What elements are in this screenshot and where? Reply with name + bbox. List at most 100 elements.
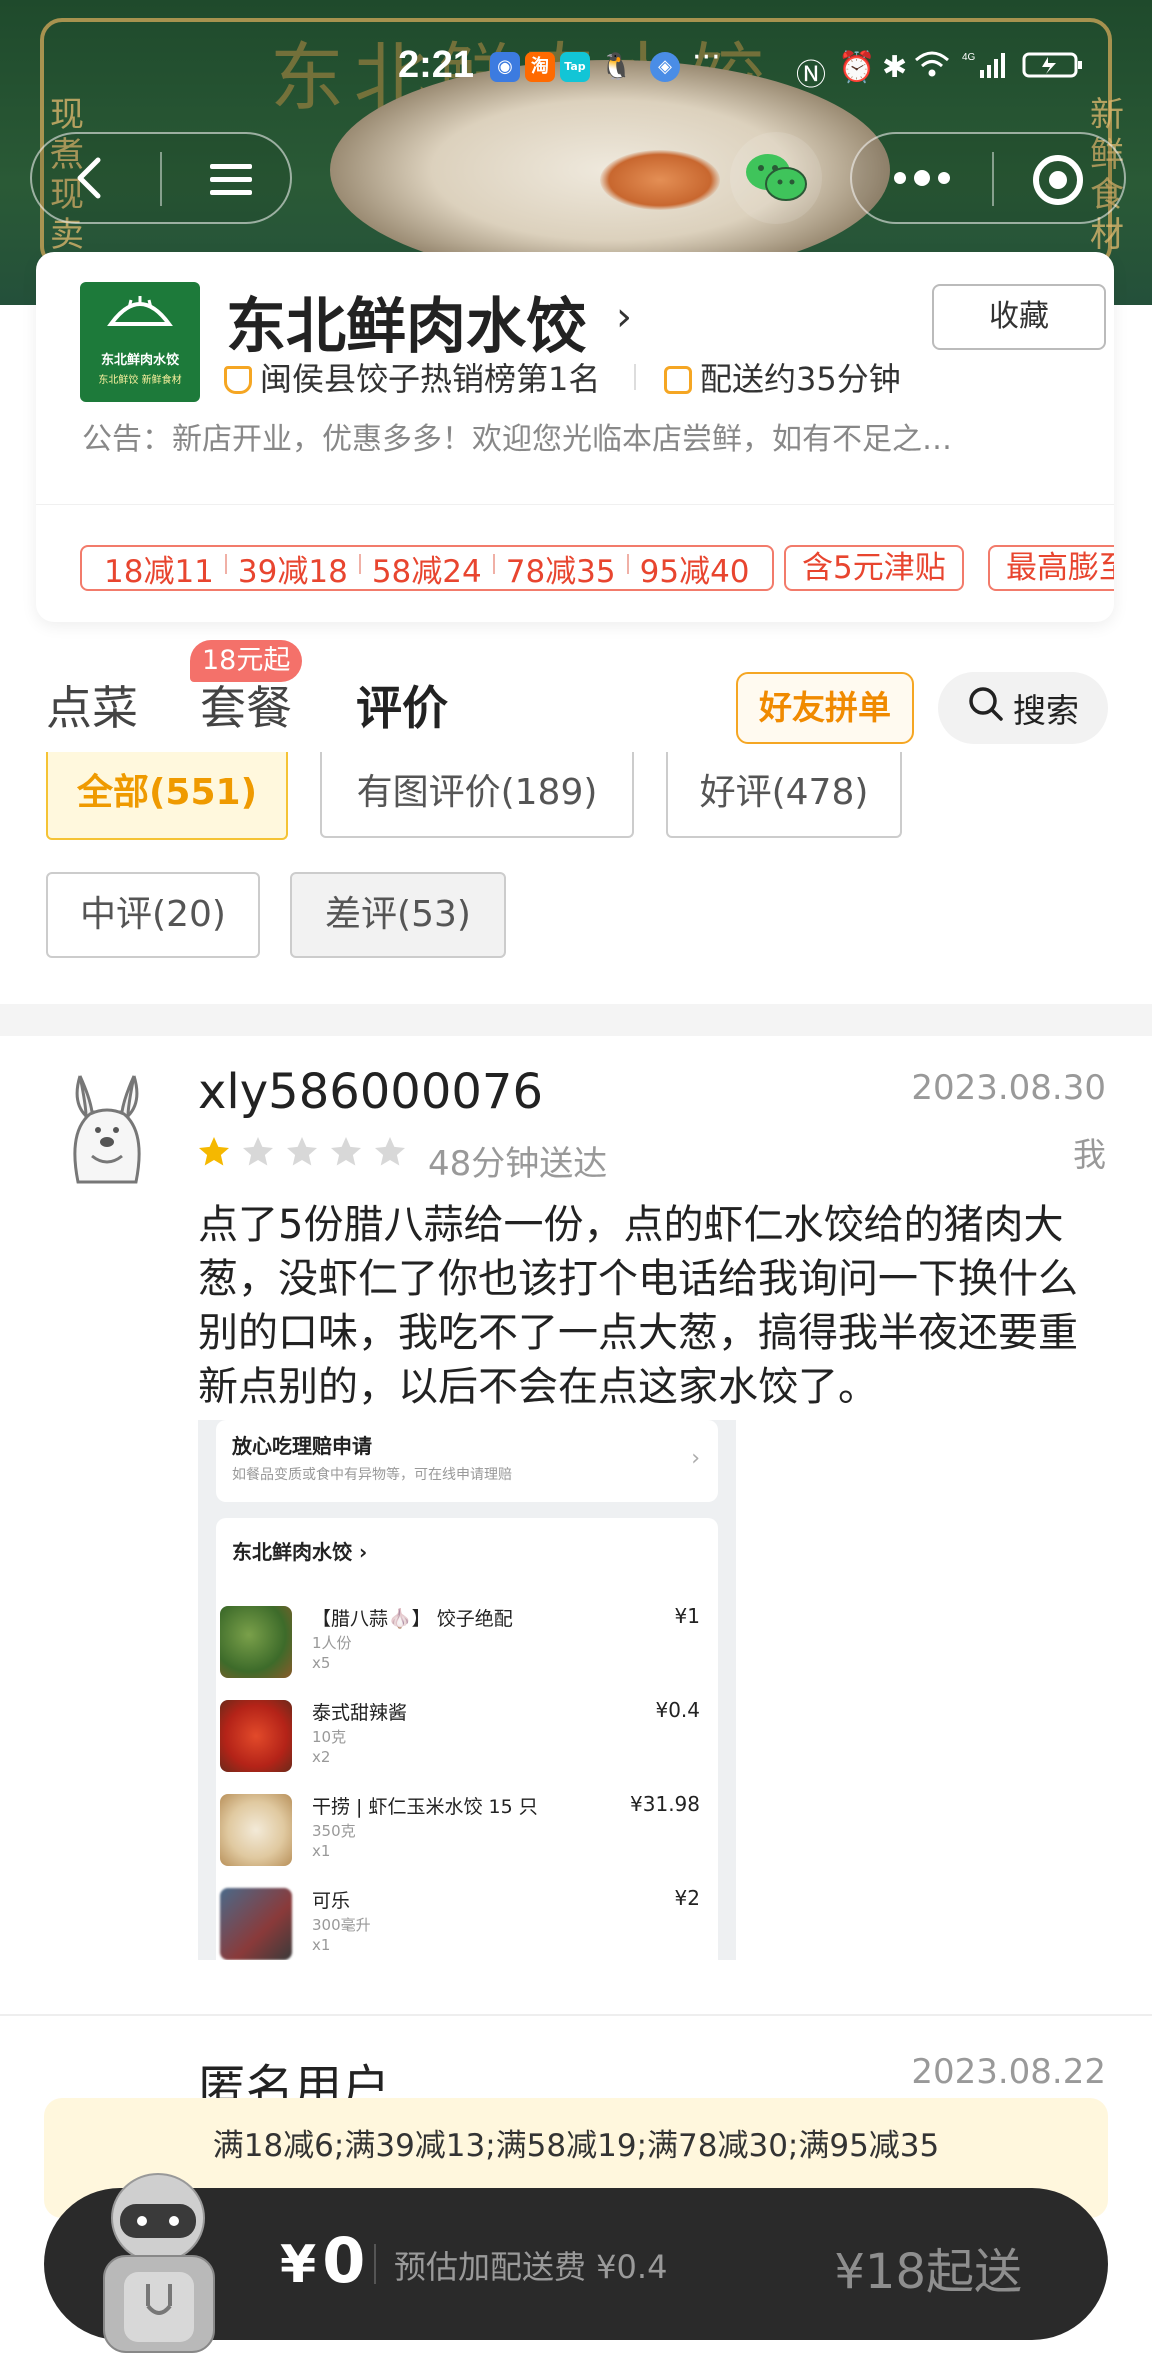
claim-title: 放心吃理赔申请 bbox=[232, 1434, 372, 1458]
tab-reviews[interactable]: 评价 bbox=[356, 672, 448, 738]
target-icon[interactable] bbox=[1032, 154, 1084, 206]
item-qty: x2 bbox=[312, 1748, 331, 1766]
store-name[interactable]: 东北鲜肉水饺 bbox=[226, 278, 586, 365]
nfc-icon: Ⓝ bbox=[796, 58, 826, 93]
order-item: 干捞 | 虾仁玉米水饺 15 只 350克 x1 ¥31.98 bbox=[216, 1786, 718, 1876]
subsidy-tag[interactable]: 含5元津贴 bbox=[784, 545, 964, 591]
alarm-icon: ⏰ bbox=[838, 50, 876, 85]
clock-icon bbox=[664, 366, 692, 394]
review-date: 2023.08.30 bbox=[911, 1068, 1106, 1108]
more-menu-capsule[interactable] bbox=[850, 132, 1126, 224]
item-name: 泰式甜辣酱 bbox=[312, 1702, 408, 1724]
item-photo bbox=[220, 1794, 292, 1866]
order-item: 【腊八蒜🧄】 饺子绝配 1人份 x5 ¥1 bbox=[216, 1598, 718, 1688]
delivery-duration: 48分钟送达 bbox=[428, 1144, 608, 1184]
item-photo bbox=[220, 1606, 292, 1678]
coupon-row[interactable]: 18减11 39减18 58减24 78减35 95减40 含5元津贴 最高膨至 bbox=[36, 504, 1114, 622]
user-avatar[interactable] bbox=[62, 1072, 152, 1184]
meta-divider bbox=[634, 364, 636, 390]
cart-total-value: 0 bbox=[322, 2224, 366, 2297]
item-spec: 10克 bbox=[312, 1728, 347, 1746]
store-info-card: 东北鲜肉水饺 东北鲜饺 新鲜食材 东北鲜肉水饺 › 收藏 闽侯县饺子热销榜第1名… bbox=[36, 252, 1114, 622]
filter-all[interactable]: 全部(551) bbox=[46, 752, 288, 840]
order-item: 可乐 300毫升 x1 ¥2 bbox=[216, 1880, 718, 1960]
qq-icon: 🐧 bbox=[600, 52, 633, 82]
order-store-name: 东北鲜肉水饺 › bbox=[232, 1540, 368, 1564]
star-icon bbox=[243, 1137, 273, 1166]
ranking-text: 闽侯县饺子热销榜第1名 bbox=[260, 360, 601, 398]
delivery-info: 配送约35分钟 bbox=[664, 354, 901, 400]
cart-total: ¥0 bbox=[280, 2224, 365, 2297]
currency-symbol: ¥ bbox=[280, 2235, 317, 2295]
claim-subtitle: 如餐品变质或食中有异物等，可在线申请理赔 bbox=[232, 1467, 512, 1483]
taobao-icon: 淘 bbox=[525, 52, 555, 82]
dumpling-logo-icon bbox=[80, 290, 200, 345]
discount-tier: 58减24 bbox=[358, 546, 494, 591]
item-price: ¥2 bbox=[674, 1886, 700, 1910]
favorite-button[interactable]: 收藏 bbox=[932, 284, 1106, 350]
search-button[interactable]: 搜索 bbox=[938, 672, 1108, 744]
cart-separator bbox=[374, 2244, 376, 2284]
discount-tier: 95减40 bbox=[626, 546, 762, 591]
item-spec: 1人份 bbox=[312, 1634, 352, 1652]
tab-combo[interactable]: 套餐 bbox=[200, 672, 292, 738]
more-notifications: ··· bbox=[692, 40, 721, 75]
battery-icon bbox=[1022, 50, 1084, 88]
section-divider bbox=[0, 1004, 1152, 1036]
ranking-info[interactable]: 闽侯县饺子热销榜第1名 bbox=[224, 354, 600, 400]
tab-order[interactable]: 点菜 bbox=[46, 672, 138, 738]
wifi-icon bbox=[914, 50, 950, 88]
item-qty: x1 bbox=[312, 1842, 331, 1860]
item-price: ¥31.98 bbox=[630, 1792, 700, 1816]
logo-name: 东北鲜肉水饺 bbox=[100, 353, 179, 368]
back-button[interactable] bbox=[30, 132, 292, 224]
notif-app-icon-2: ◈ bbox=[650, 52, 680, 82]
wechat-icon bbox=[744, 150, 808, 206]
item-qty: x5 bbox=[312, 1654, 331, 1672]
item-price: ¥1 bbox=[674, 1604, 700, 1628]
max-expand-tag[interactable]: 最高膨至 bbox=[988, 545, 1114, 591]
filter-with-pictures[interactable]: 有图评价(189) bbox=[320, 752, 634, 838]
filter-good[interactable]: 好评(478) bbox=[666, 752, 902, 838]
star-icon bbox=[375, 1137, 405, 1166]
more-dots-icon[interactable] bbox=[892, 168, 952, 188]
review-image[interactable]: 放心吃理赔申请 如餐品变质或食中有异物等，可在线申请理赔 › 东北鲜肉水饺 › … bbox=[198, 1420, 736, 1960]
filter-medium[interactable]: 中评(20) bbox=[46, 872, 260, 958]
claim-card: 放心吃理赔申请 如餐品变质或食中有异物等，可在线申请理赔 › bbox=[216, 1420, 718, 1502]
ranking-icon bbox=[224, 366, 252, 394]
item-price: ¥0.4 bbox=[655, 1698, 700, 1722]
my-review-tag: 我 bbox=[1073, 1135, 1106, 1174]
order-item: 泰式甜辣酱 10克 x2 ¥0.4 bbox=[216, 1692, 718, 1782]
search-icon bbox=[967, 685, 1005, 731]
status-time: 2:21 bbox=[398, 44, 475, 86]
cart-mascot-icon[interactable] bbox=[90, 2160, 250, 2360]
item-photo bbox=[220, 1700, 292, 1772]
review-text: 点了5份腊八蒜给一份，点的虾仁水饺给的猪肉大葱，没虾仁了你也该打个电话给我询问一… bbox=[198, 1202, 1078, 1410]
discount-tier: 18减11 bbox=[104, 553, 214, 590]
signal-icon: 4G bbox=[962, 50, 1010, 88]
item-photo bbox=[220, 1888, 292, 1960]
item-spec: 350克 bbox=[312, 1822, 356, 1840]
shrimp-photo bbox=[600, 150, 720, 210]
logo-slogan: 东北鲜饺 新鲜食材 bbox=[98, 375, 182, 386]
star-icon bbox=[331, 1137, 361, 1166]
store-logo[interactable]: 东北鲜肉水饺 东北鲜饺 新鲜食材 bbox=[80, 282, 200, 402]
notif-app-icon-1: ◉ bbox=[490, 52, 520, 82]
next-review-date: 2023.08.22 bbox=[911, 2052, 1106, 2092]
wechat-share-button[interactable] bbox=[730, 132, 822, 224]
delivery-text: 配送约35分钟 bbox=[700, 360, 901, 398]
review-divider bbox=[0, 2014, 1152, 2016]
discount-tiers[interactable]: 18减11 39减18 58减24 78减35 95减40 bbox=[80, 545, 774, 591]
item-qty: x1 bbox=[312, 1936, 331, 1954]
discount-tier: 78减35 bbox=[492, 546, 628, 591]
friend-group-order-button[interactable]: 好友拼单 bbox=[736, 672, 914, 744]
hamburger-icon[interactable] bbox=[208, 160, 254, 200]
filter-bad[interactable]: 差评(53) bbox=[290, 872, 506, 958]
store-notice[interactable]: 公告：新店开业，优惠多多！欢迎您光临本店尝鲜，如有不足之… bbox=[82, 414, 952, 458]
star-rating bbox=[196, 1134, 408, 1170]
chevron-right-icon: › bbox=[691, 1446, 700, 1471]
store-detail-arrow[interactable]: › bbox=[616, 294, 632, 340]
min-order-button[interactable]: ¥18起送 bbox=[834, 2232, 1022, 2302]
star-icon bbox=[287, 1137, 317, 1166]
reviewer-name: xly586000076 bbox=[198, 1064, 543, 1120]
